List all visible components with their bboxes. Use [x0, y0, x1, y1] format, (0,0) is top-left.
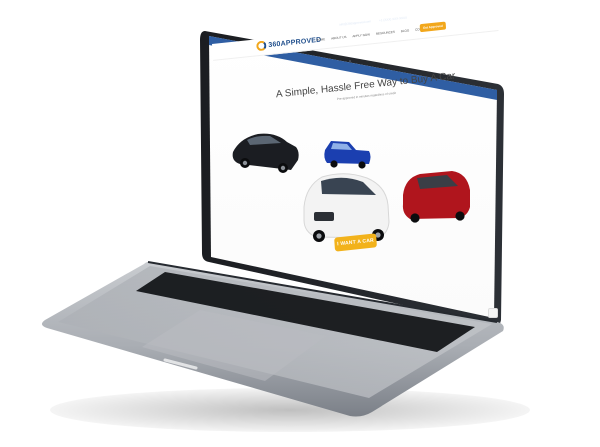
recaptcha-icon[interactable]	[488, 308, 498, 318]
nav-item-apply[interactable]: Apply Now	[352, 32, 370, 38]
website-viewport: info@360approved.com +1 (XXX) XXX-XXXX 3…	[212, 13, 521, 302]
logo-mark-icon	[256, 40, 267, 52]
nav-item-blog[interactable]: Blog	[401, 28, 410, 33]
nav-item-resources[interactable]: Resources	[376, 30, 395, 36]
get-approved-button[interactable]: Get Approved Today	[419, 21, 447, 37]
nav-item-home[interactable]: Home	[316, 37, 325, 42]
nav-item-about[interactable]: About Us	[331, 35, 347, 41]
logo-text: 360APPROVED	[268, 36, 322, 49]
i-want-a-car-button[interactable]: I WANT A CAR	[334, 233, 377, 252]
